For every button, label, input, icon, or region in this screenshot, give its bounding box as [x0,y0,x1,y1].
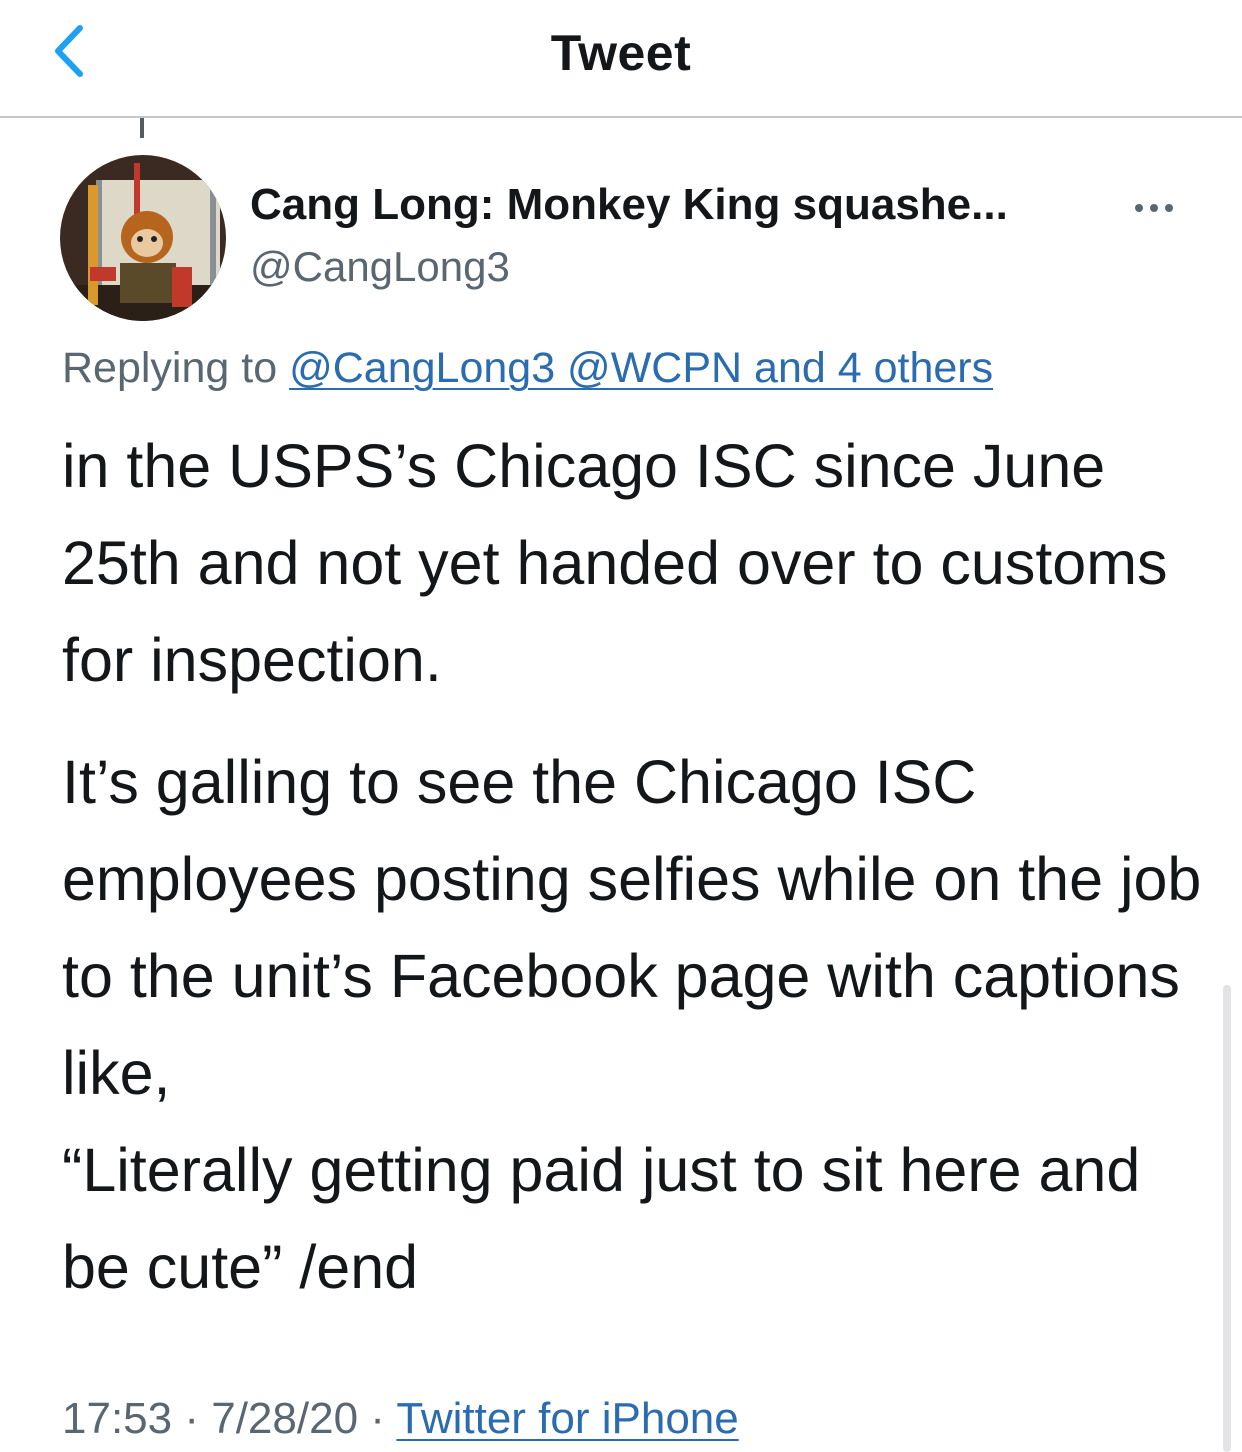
thread-connector-line [140,118,144,138]
tweet-body: in the USPS’s Chicago ISC since June 25t… [62,418,1212,1316]
avatar-image [60,155,226,321]
meta-separator: · [184,1394,199,1443]
scrollbar[interactable] [1223,985,1231,1452]
page-title: Tweet [550,25,692,81]
meta-separator: · [370,1394,385,1443]
user-handle[interactable]: @CangLong3 [250,243,510,291]
replying-to-links[interactable]: @CangLong3 @WCPN and 4 others [289,344,993,392]
ellipsis-icon [1135,204,1173,212]
tweet-paragraph: in the USPS’s Chicago ISC since June 25t… [62,432,1168,694]
avatar[interactable] [60,155,226,321]
tweet-date: 7/28/20 [211,1394,359,1443]
tweet-paragraph: It’s galling to see the Chicago ISC empl… [62,748,1202,1301]
more-options-button[interactable] [1126,186,1186,226]
tweet-source-link[interactable]: Twitter for iPhone [396,1394,738,1443]
navigation-bar: Tweet [0,0,1242,118]
replying-to: Replying to @CangLong3 @WCPN and 4 other… [62,344,993,393]
replying-to-label: Replying to [62,344,278,392]
tweet-metadata: 17:53 · 7/28/20 · Twitter for iPhone [62,1394,739,1444]
display-name[interactable]: Cang Long: Monkey King squashe... [250,180,1008,230]
tweet-time: 17:53 [62,1394,173,1443]
